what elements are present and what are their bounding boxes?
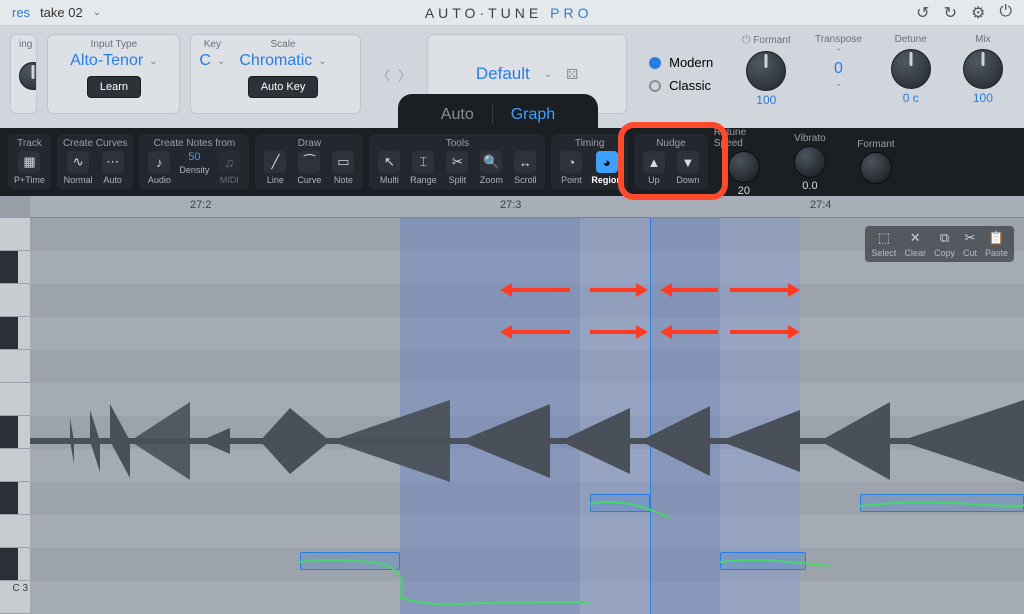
annotation-arrow bbox=[730, 330, 790, 334]
tool-scroll[interactable]: ↔Scroll bbox=[511, 151, 539, 185]
view-classic[interactable]: Classic bbox=[649, 78, 713, 93]
notes-density[interactable]: 50Density bbox=[179, 151, 209, 175]
nudge-up[interactable]: ▲Up bbox=[640, 151, 668, 185]
pitch-note[interactable] bbox=[590, 494, 650, 512]
take-name[interactable]: take 02 bbox=[40, 5, 83, 20]
piano-keys[interactable]: C 3 bbox=[0, 218, 30, 614]
annotation-arrow bbox=[510, 330, 570, 334]
pitch-note[interactable] bbox=[720, 552, 806, 570]
tab-auto[interactable]: Auto bbox=[423, 100, 492, 132]
undo-icon[interactable]: ↺ bbox=[916, 3, 929, 23]
timeline-tick: 27:2 bbox=[190, 199, 211, 211]
mini-copy[interactable]: ⧉Copy bbox=[934, 230, 955, 258]
tracking-label: ing bbox=[19, 39, 32, 50]
learn-button[interactable]: Learn bbox=[87, 76, 141, 98]
chevron-down-icon[interactable]: ⌄ bbox=[544, 69, 552, 80]
group-nudge: Nudge ▲Up ▼Down bbox=[634, 134, 708, 190]
chevron-down-icon[interactable]: ⌄ bbox=[149, 56, 157, 67]
curves-auto[interactable]: ⋯Auto bbox=[99, 151, 127, 185]
tool-range[interactable]: ⌶Range bbox=[409, 151, 437, 185]
retune-speed-knob[interactable]: Retune Speed20 bbox=[714, 127, 774, 197]
tool-multi[interactable]: ↖Multi bbox=[375, 151, 403, 185]
group-draw: Draw ╱Line ⁀Curve ▭Note bbox=[255, 134, 363, 190]
group-tools: Tools ↖Multi ⌶Range ✂Split 🔍Zoom ↔Scroll bbox=[369, 134, 545, 190]
preset-menu[interactable]: res bbox=[12, 5, 30, 20]
detune-knob[interactable]: Detune 0 c bbox=[880, 34, 942, 114]
scale-label: Scale bbox=[271, 39, 296, 50]
redo-icon[interactable]: ↻ bbox=[944, 3, 957, 23]
mini-paste[interactable]: 📋Paste bbox=[985, 230, 1008, 258]
graph-toolbar: Track ▦P+Time Create Curves ∿Normal ⋯Aut… bbox=[0, 128, 1024, 196]
nudge-down[interactable]: ▼Down bbox=[674, 151, 702, 185]
waveform bbox=[30, 398, 1024, 484]
formant-knob[interactable]: ⏻ Formant 100 bbox=[735, 34, 797, 114]
view-modern[interactable]: Modern bbox=[649, 55, 713, 70]
annotation-arrow bbox=[590, 330, 638, 334]
app-title: AUTO·TUNE PRO bbox=[425, 5, 593, 21]
notes-midi[interactable]: ♫MIDI bbox=[215, 151, 243, 185]
graph-editor[interactable]: 27:2 27:3 27:4 C 3 bbox=[0, 196, 1024, 614]
group-track: Track ▦P+Time bbox=[8, 134, 51, 190]
annotation-arrow bbox=[510, 288, 570, 292]
formant-graph-knob[interactable]: Formant bbox=[846, 139, 906, 186]
prev-preset-icon[interactable]: 〈 bbox=[377, 65, 390, 84]
auto-key-button[interactable]: Auto Key bbox=[248, 76, 319, 98]
control-row: ing Input Type Alto-Tenor⌄ Learn Key C⌄ … bbox=[0, 26, 1024, 128]
vibrato-knob[interactable]: Vibrato0.0 bbox=[780, 133, 840, 192]
power-icon[interactable]: ⏻ bbox=[999, 3, 1012, 23]
tracking-panel: ing bbox=[10, 34, 37, 114]
grid-area[interactable] bbox=[30, 218, 1024, 614]
next-preset-icon[interactable]: 〉 bbox=[398, 65, 411, 84]
view-mode-panel: Modern Classic bbox=[637, 34, 725, 114]
key-value[interactable]: C⌄ bbox=[199, 52, 225, 70]
notes-audio[interactable]: ♪Audio bbox=[145, 151, 173, 185]
mix-knob[interactable]: Mix 100 bbox=[952, 34, 1014, 114]
note-label: C 3 bbox=[12, 583, 28, 594]
timing-region[interactable]: ◕Region bbox=[591, 151, 622, 185]
scale-value[interactable]: Chromatic⌄ bbox=[239, 52, 326, 70]
edit-mini-toolbar: ⬚Select ✕Clear ⧉Copy ✂Cut 📋Paste bbox=[865, 226, 1014, 262]
preset-name: Default bbox=[476, 64, 530, 84]
tool-zoom[interactable]: 🔍Zoom bbox=[477, 151, 505, 185]
radio-empty-icon bbox=[649, 80, 661, 92]
group-curves: Create Curves ∿Normal ⋯Auto bbox=[57, 134, 133, 190]
mini-select[interactable]: ⬚Select bbox=[871, 230, 896, 258]
track-ptime[interactable]: ▦P+Time bbox=[14, 151, 45, 185]
settings-icon[interactable]: ⚙ bbox=[971, 3, 985, 23]
input-type-panel: Input Type Alto-Tenor⌄ Learn bbox=[47, 34, 180, 114]
draw-curve[interactable]: ⁀Curve bbox=[295, 151, 323, 185]
pitch-note[interactable] bbox=[860, 494, 1024, 512]
transpose-knob[interactable]: Transpose ⌃ 0 ⌄ bbox=[807, 34, 869, 114]
power-icon[interactable]: ⏻ bbox=[742, 34, 751, 46]
tracking-knob[interactable] bbox=[19, 62, 37, 90]
key-label: Key bbox=[204, 39, 221, 50]
input-type-label: Input Type bbox=[91, 39, 138, 50]
timeline-ruler[interactable]: 27:2 27:3 27:4 bbox=[30, 196, 1024, 218]
curves-normal[interactable]: ∿Normal bbox=[64, 151, 93, 185]
mini-clear[interactable]: ✕Clear bbox=[904, 230, 926, 258]
timeline-tick: 27:4 bbox=[810, 199, 831, 211]
draw-line[interactable]: ╱Line bbox=[261, 151, 289, 185]
input-type-value[interactable]: Alto-Tenor⌄ bbox=[70, 52, 157, 70]
dice-icon[interactable]: ⚄ bbox=[566, 66, 578, 83]
tab-graph[interactable]: Graph bbox=[493, 100, 573, 132]
annotation-arrow bbox=[670, 288, 718, 292]
mode-tabs: Auto Graph bbox=[398, 94, 598, 132]
draw-note[interactable]: ▭Note bbox=[329, 151, 357, 185]
tool-split[interactable]: ✂Split bbox=[443, 151, 471, 185]
group-timing: Timing ◔Point ◕Region bbox=[551, 134, 628, 190]
mini-cut[interactable]: ✂Cut bbox=[963, 230, 977, 258]
key-scale-panel: Key C⌄ Scale Chromatic⌄ Auto Key bbox=[190, 34, 361, 114]
timeline-tick: 27:3 bbox=[500, 199, 521, 211]
pitch-note[interactable] bbox=[300, 552, 400, 570]
chevron-down-icon[interactable]: ⌄ bbox=[93, 7, 101, 18]
titlebar: res take 02 ⌄ AUTO·TUNE PRO ↺ ↻ ⚙ ⏻ bbox=[0, 0, 1024, 26]
annotation-arrow bbox=[590, 288, 638, 292]
annotation-arrow bbox=[730, 288, 790, 292]
timing-point[interactable]: ◔Point bbox=[557, 151, 585, 185]
annotation-arrow bbox=[670, 330, 718, 334]
group-notes: Create Notes from ♪Audio 50Density ♫MIDI bbox=[139, 134, 249, 190]
radio-filled-icon bbox=[649, 57, 661, 69]
